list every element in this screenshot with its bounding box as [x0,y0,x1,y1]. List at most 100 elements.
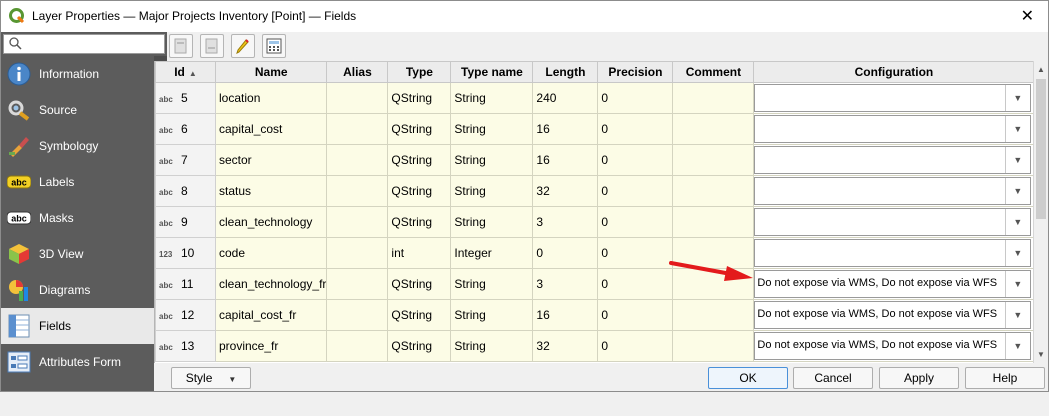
field-precision-cell[interactable]: 0 [597,299,674,331]
new-field-button[interactable] [169,34,193,58]
column-header-configuration[interactable]: Configuration [753,61,1035,83]
field-id-cell[interactable]: 123 10 [155,237,216,269]
field-name-cell[interactable]: capital_cost [214,113,328,145]
table-scrollbar[interactable]: ▲ ▼ [1033,61,1048,363]
sidebar-item-masks[interactable]: abc Masks [1,200,154,236]
column-header-type[interactable]: Type [387,61,452,83]
sidebar-item-symbology[interactable]: Symbology [1,128,154,164]
field-id-cell[interactable]: abc 11 [155,268,216,300]
column-header-comment[interactable]: Comment [672,61,755,83]
toggle-editing-button[interactable] [231,34,255,58]
configuration-combobox[interactable]: ▼ [754,115,1032,143]
field-id-cell[interactable]: abc 9 [155,206,216,238]
field-comment-cell[interactable] [672,299,755,331]
sidebar-item-information[interactable]: Information [1,56,154,92]
field-type-name-cell[interactable]: String [450,144,534,176]
field-type-cell[interactable]: QString [387,82,452,114]
combobox-dropdown-button[interactable]: ▼ [1005,116,1031,142]
field-precision-cell[interactable]: 0 [597,237,674,269]
combobox-dropdown-button[interactable]: ▼ [1005,178,1031,204]
help-button[interactable]: Help [965,367,1045,389]
field-id-cell[interactable]: abc 7 [155,144,216,176]
combobox-dropdown-button[interactable]: ▼ [1005,240,1031,266]
field-precision-cell[interactable]: 0 [597,113,674,145]
configuration-combobox[interactable]: ▼ [754,239,1032,267]
field-name-cell[interactable]: clean_technology [214,206,328,238]
ok-button[interactable]: OK [708,367,788,389]
delete-field-button[interactable] [200,34,224,58]
field-id-cell[interactable]: abc 8 [155,175,216,207]
field-type-name-cell[interactable]: String [450,330,534,362]
table-row[interactable]: abc 11 clean_technology_fr QString String 3 0 D… [155,268,1035,300]
field-type-name-cell[interactable]: String [450,175,534,207]
table-row[interactable]: abc 9 clean_technology QString String 3 0 ▼ [155,206,1035,238]
field-length-cell[interactable]: 32 [532,175,599,207]
column-header-length[interactable]: Length [532,61,599,83]
field-calculator-button[interactable] [262,34,286,58]
style-dropdown-button[interactable]: Style ▼ [171,367,251,389]
field-type-cell[interactable]: QString [387,175,452,207]
field-name-cell[interactable]: capital_cost_fr [214,299,328,331]
field-type-name-cell[interactable]: String [450,268,534,300]
field-comment-cell[interactable] [672,144,755,176]
field-type-name-cell[interactable]: String [450,82,534,114]
table-scrollbar-thumb[interactable] [1036,79,1046,219]
field-type-name-cell[interactable]: String [450,206,534,238]
configuration-combobox[interactable]: ▼ [754,84,1032,112]
sidebar-item-3d-view[interactable]: 3D View [1,236,154,272]
table-row[interactable]: abc 13 province_fr QString String 32 0 Do not e… [155,330,1035,362]
combobox-dropdown-button[interactable]: ▼ [1005,271,1031,297]
field-type-cell[interactable]: int [387,237,452,269]
field-comment-cell[interactable] [672,330,755,362]
field-alias-cell[interactable] [326,82,389,114]
sidebar-item-diagrams[interactable]: Diagrams [1,272,154,308]
field-comment-cell[interactable] [672,206,755,238]
field-precision-cell[interactable]: 0 [597,330,674,362]
configuration-combobox[interactable]: Do not expose via WMS, Do not expose via… [754,332,1032,360]
field-id-cell[interactable]: abc 6 [155,113,216,145]
field-alias-cell[interactable] [326,237,389,269]
field-alias-cell[interactable] [326,299,389,331]
combobox-dropdown-button[interactable]: ▼ [1005,209,1031,235]
field-alias-cell[interactable] [326,268,389,300]
field-alias-cell[interactable] [326,206,389,238]
field-name-cell[interactable]: code [214,237,328,269]
combobox-dropdown-button[interactable]: ▼ [1005,302,1031,328]
combobox-dropdown-button[interactable]: ▼ [1005,333,1031,359]
configuration-combobox[interactable]: Do not expose via WMS, Do not expose via… [754,270,1032,298]
table-row[interactable]: abc 8 status QString String 32 0 ▼ [155,175,1035,207]
field-length-cell[interactable]: 3 [532,268,599,300]
field-type-name-cell[interactable]: String [450,113,534,145]
field-type-cell[interactable]: QString [387,206,452,238]
table-row[interactable]: abc 5 location QString String 240 0 ▼ [155,82,1035,114]
field-name-cell[interactable]: sector [214,144,328,176]
field-precision-cell[interactable]: 0 [597,82,674,114]
field-alias-cell[interactable] [326,144,389,176]
field-length-cell[interactable]: 0 [532,237,599,269]
field-comment-cell[interactable] [672,113,755,145]
field-type-name-cell[interactable]: Integer [450,237,534,269]
combobox-dropdown-button[interactable]: ▼ [1005,85,1031,111]
field-length-cell[interactable]: 16 [532,299,599,331]
sidebar-item-attributes-form[interactable]: Attributes Form [1,344,154,380]
field-comment-cell[interactable] [672,82,755,114]
field-name-cell[interactable]: clean_technology_fr [214,268,328,300]
field-id-cell[interactable]: abc 12 [155,299,216,331]
field-length-cell[interactable]: 16 [532,144,599,176]
search-box[interactable] [3,34,165,54]
field-type-cell[interactable]: QString [387,330,452,362]
sidebar-item-fields[interactable]: Fields [1,308,154,344]
cancel-button[interactable]: Cancel [793,367,873,389]
column-header-precision[interactable]: Precision [597,61,674,83]
table-row[interactable]: 123 10 code int Integer 0 0 ▼ [155,237,1035,269]
scroll-up-icon[interactable]: ▲ [1037,65,1045,74]
search-input[interactable] [24,36,163,52]
field-type-cell[interactable]: QString [387,144,452,176]
field-precision-cell[interactable]: 0 [597,175,674,207]
field-length-cell[interactable]: 32 [532,330,599,362]
column-header-id[interactable]: Id ▲ [155,61,216,83]
combobox-dropdown-button[interactable]: ▼ [1005,147,1031,173]
field-length-cell[interactable]: 16 [532,113,599,145]
field-precision-cell[interactable]: 0 [597,268,674,300]
field-comment-cell[interactable] [672,175,755,207]
